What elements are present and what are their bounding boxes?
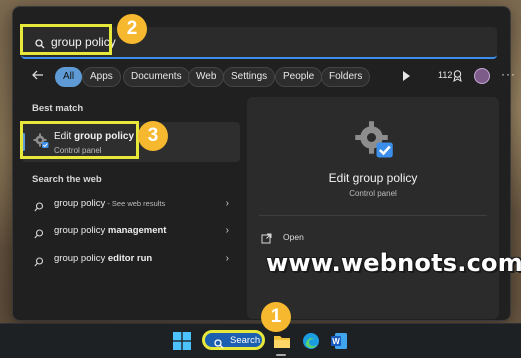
search-icon (214, 336, 224, 354)
chevron-right-icon: › (225, 225, 229, 236)
preview-pane: Edit group policy Control panel Open (247, 97, 499, 319)
taskbar-search-button[interactable]: Search (202, 330, 265, 350)
best-match-highlight-box (20, 121, 139, 159)
svg-text:W: W (332, 337, 340, 346)
more-options-icon[interactable]: ··· (501, 67, 516, 81)
chip-settings[interactable]: Settings (223, 67, 276, 87)
web-result-row[interactable]: group policy - See web results › (23, 194, 241, 216)
filter-bar: All Apps Documents Web Settings People F… (31, 67, 515, 87)
web-result-label: group policy management (54, 225, 167, 236)
step-badge-1: 1 (261, 302, 291, 332)
active-app-indicator (276, 354, 286, 356)
step-badge-2: 2 (117, 14, 147, 44)
preview-title: Edit group policy (328, 171, 418, 185)
user-avatar[interactable] (474, 68, 490, 84)
search-highlight-box (20, 24, 112, 55)
file-explorer-icon[interactable] (273, 332, 291, 350)
chip-people[interactable]: People (275, 67, 323, 87)
search-icon (34, 199, 44, 217)
chevron-right-icon: › (225, 253, 229, 264)
chip-web[interactable]: Web (188, 67, 225, 87)
preview-subtitle: Control panel (349, 189, 397, 198)
chip-all[interactable]: All (55, 67, 83, 87)
watermark: www.webnots.com (266, 249, 521, 277)
divider (259, 215, 487, 216)
search-icon (34, 254, 44, 272)
chip-apps[interactable]: Apps (82, 67, 121, 87)
rewards-icon[interactable] (452, 69, 463, 87)
edge-icon[interactable] (302, 332, 320, 350)
chip-documents[interactable]: Documents (123, 67, 190, 87)
word-icon[interactable]: W (330, 332, 348, 350)
open-external-icon (261, 231, 272, 249)
search-web-heading: Search the web (32, 174, 102, 185)
chip-folders[interactable]: Folders (321, 67, 371, 87)
chevron-right-icon: › (225, 198, 229, 209)
search-icon (34, 226, 44, 244)
back-arrow-icon[interactable] (31, 68, 49, 86)
web-result-row[interactable]: group policy editor run › (23, 249, 241, 271)
web-result-label: group policy editor run (54, 253, 153, 264)
taskbar: Search W (0, 323, 521, 358)
play-more-filters-icon[interactable] (403, 71, 410, 81)
reward-points-count: 112 (438, 70, 453, 80)
web-result-label: group policy - See web results (54, 198, 166, 209)
step-badge-3: 3 (138, 121, 168, 151)
control-panel-gear-icon (354, 120, 394, 165)
best-match-heading: Best match (32, 103, 84, 114)
web-result-row[interactable]: group policy management › (23, 221, 241, 243)
start-icon[interactable] (173, 332, 191, 350)
open-label: Open (283, 232, 304, 242)
taskbar-search-label: Search (230, 335, 261, 346)
